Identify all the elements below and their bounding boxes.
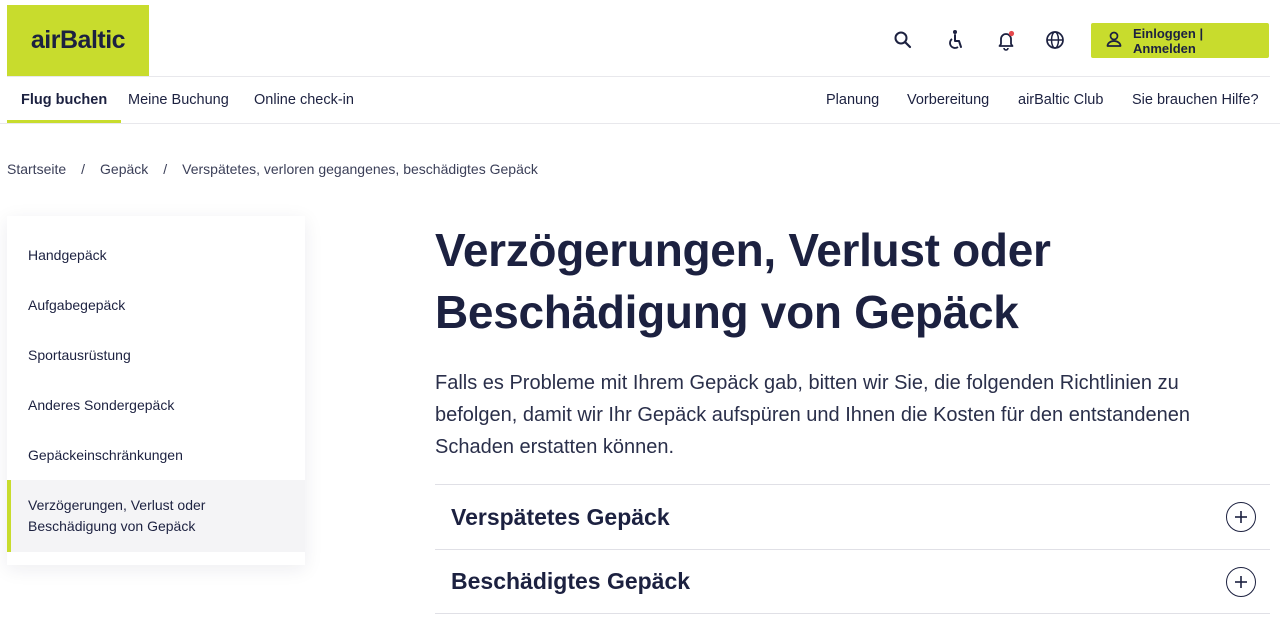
nav-divider xyxy=(0,123,1280,124)
plus-icon[interactable] xyxy=(1226,566,1256,597)
intro-text: Falls es Probleme mit Ihrem Gepäck gab, … xyxy=(435,372,1190,458)
sidebar-item-sportausruestung[interactable]: Sportausrüstung xyxy=(7,330,305,380)
nav-meine-buchung[interactable]: Meine Buchung xyxy=(128,77,229,123)
breadcrumb-home[interactable]: Startseite xyxy=(7,161,66,177)
nav-online-check-in[interactable]: Online check-in xyxy=(254,77,354,123)
page-title: Verzögerungen, Verlust oder Beschädigung… xyxy=(435,219,1195,343)
breadcrumb-gepaeck[interactable]: Gepäck xyxy=(100,161,148,177)
accordion-title: Verspätetes Gepäck xyxy=(451,503,670,530)
globe-icon[interactable] xyxy=(1041,26,1069,54)
nav-airbaltic-club[interactable]: airBaltic Club xyxy=(1018,77,1103,123)
accessibility-icon[interactable] xyxy=(941,26,969,54)
sidebar-item-label: Beschädigung von Gepäck xyxy=(28,518,196,534)
logo-text: airBaltic xyxy=(30,26,126,54)
nav-vorbereitung[interactable]: Vorbereitung xyxy=(907,77,989,123)
sidebar-item-sondergepaeck[interactable]: Anderes Sondergepäck xyxy=(7,380,305,430)
breadcrumb-current: Verspätetes, verloren gegangenes, beschä… xyxy=(182,161,538,177)
accordion-verspaetetes-gepaeck[interactable]: Verspätetes Gepäck xyxy=(435,484,1270,549)
login-button[interactable]: Einloggen | Anmelden xyxy=(1091,23,1269,58)
sidebar-menu: Handgepäck Aufgabegepäck Sportausrüstung… xyxy=(7,216,305,565)
page-title-line: Beschädigung von Gepäck xyxy=(435,286,1019,338)
accordion-beschaedigtes-gepaeck[interactable]: Beschädigtes Gepäck xyxy=(435,549,1270,614)
nav-flug-buchen[interactable]: Flug buchen xyxy=(7,77,122,123)
sidebar-item-aufgabegepaeck[interactable]: Aufgabegepäck xyxy=(7,280,305,330)
sidebar-item-verzoegerungen[interactable]: Verzögerungen, Verlust oder Beschädigung… xyxy=(7,480,305,552)
airbaltic-logo[interactable]: airBaltic xyxy=(7,5,149,76)
breadcrumb-separator: / xyxy=(81,161,86,177)
search-icon[interactable] xyxy=(889,26,917,54)
user-icon xyxy=(1105,30,1123,51)
accordion: Verspätetes Gepäck Beschädigtes Gepäck xyxy=(435,484,1270,614)
nav-planung[interactable]: Planung xyxy=(826,77,879,123)
sidebar-item-handgepaeck[interactable]: Handgepäck xyxy=(7,230,305,280)
accordion-title: Beschädigtes Gepäck xyxy=(451,568,691,594)
nav-hilfe[interactable]: Sie brauchen Hilfe? xyxy=(1132,77,1259,123)
sidebar-item-label: Verzögerungen, Verlust oder xyxy=(28,497,206,513)
breadcrumb: Startseite / Gepäck / Verspätetes, verlo… xyxy=(7,161,538,177)
main-nav: Flug buchen Meine Buchung Online check-i… xyxy=(7,77,1270,123)
page-title-line: Verzögerungen, Verlust oder xyxy=(435,224,1051,276)
login-label: Einloggen | Anmelden xyxy=(1133,25,1204,56)
sidebar-item-einschraenkungen[interactable]: Gepäckeinschränkungen xyxy=(7,430,305,480)
breadcrumb-separator: / xyxy=(163,161,168,177)
plus-icon[interactable] xyxy=(1226,502,1256,532)
bell-icon[interactable] xyxy=(992,26,1020,54)
